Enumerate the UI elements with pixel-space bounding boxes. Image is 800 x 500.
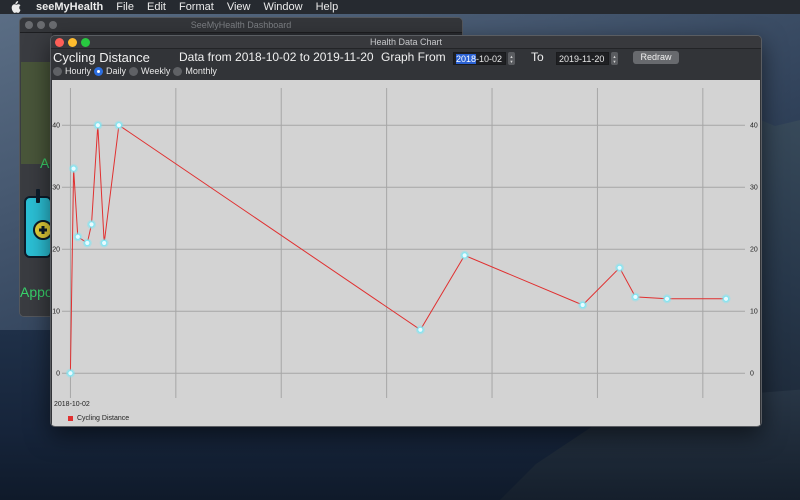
close-button[interactable] [55, 37, 64, 47]
data-point [663, 295, 671, 302]
data-range-label: Data from 2018-10-02 to 2019-11-20 [179, 50, 374, 64]
appointments-label[interactable]: Appo [20, 284, 53, 300]
legend-label: Cycling Distance [77, 415, 130, 422]
radio-label: Daily [106, 66, 127, 76]
metric-name: Cycling Distance [53, 50, 150, 65]
menu-edit[interactable]: Edit [147, 1, 166, 13]
data-point [67, 370, 74, 377]
radio-weekly[interactable]: Weekly [129, 66, 170, 76]
radio-monthly[interactable]: Monthly [173, 66, 217, 76]
zoom-button[interactable] [81, 37, 90, 47]
dashboard-tile-label: A [40, 155, 50, 171]
to-date-stepper[interactable]: ▲ ▼ [611, 52, 618, 65]
chart-legend: Cycling Distance [68, 415, 129, 422]
radio-indicator[interactable] [94, 66, 104, 76]
data-point [74, 233, 81, 240]
minimize-button[interactable] [68, 37, 77, 47]
data-point [722, 295, 730, 302]
chart-toolbar: Cycling Distance Data from 2018-10-02 to… [51, 49, 761, 79]
y-tick-label-right: 0 [750, 371, 754, 378]
menu-file[interactable]: File [116, 1, 134, 13]
to-date-field[interactable]: 2019-11-20 [556, 52, 609, 65]
data-point [632, 293, 639, 301]
line-chart: 0 0 10 10 20 20 30 30 40 40 [52, 88, 758, 398]
granularity-radio-group: Hourly Daily Weekly Monthly [53, 66, 220, 76]
from-date-stepper[interactable]: ▲ ▼ [508, 52, 515, 65]
data-point [417, 326, 424, 333]
window-title: Health Data Chart [369, 37, 443, 47]
data-point [88, 221, 95, 228]
y-tick-label-left: 10 [52, 309, 60, 316]
data-point [461, 252, 468, 259]
radio-hourly[interactable]: Hourly [53, 66, 91, 76]
y-tick-label-left: 20 [52, 247, 60, 254]
y-tick-label-left: 30 [52, 185, 60, 192]
dashboard-title: SeeMyHealth Dashboard [190, 20, 292, 30]
menu-bar: seeMyHealth File Edit Format View Window… [0, 0, 800, 14]
redraw-button[interactable]: Redraw [633, 51, 679, 64]
radio-label: Monthly [185, 66, 217, 76]
from-date-rest: -10-02 [476, 54, 503, 64]
radio-label: Weekly [141, 66, 171, 76]
radio-indicator[interactable] [129, 66, 139, 76]
chart-window-titlebar[interactable]: Health Data Chart [51, 36, 761, 49]
stepper-down-icon[interactable]: ▼ [510, 59, 514, 64]
data-point [616, 264, 623, 271]
graph-from-label: Graph From [381, 50, 446, 64]
data-point [115, 122, 123, 129]
chart-plot-area[interactable]: 0 0 10 10 20 20 30 30 40 40 2018-10-02 Cycling Di… [52, 80, 760, 426]
y-tick-label-left: 0 [56, 371, 60, 378]
radio-indicator[interactable] [173, 66, 183, 76]
menu-window[interactable]: Window [263, 1, 302, 13]
data-point [101, 239, 108, 247]
health-chart-window[interactable]: Health Data Chart Cycling Distance Data … [50, 35, 762, 427]
data-point [579, 301, 586, 309]
y-tick-label-right: 30 [750, 185, 758, 192]
dashboard-tile[interactable] [21, 62, 51, 164]
data-point [70, 165, 77, 172]
from-date-year-segment[interactable]: 2018 [456, 54, 477, 64]
menu-help[interactable]: Help [316, 1, 339, 13]
menu-format[interactable]: Format [179, 1, 214, 13]
apple-menu-icon[interactable] [10, 1, 22, 13]
menu-app-name[interactable]: seeMyHealth [36, 1, 103, 13]
y-tick-label-left: 40 [52, 123, 60, 130]
data-point [84, 239, 91, 247]
radio-indicator[interactable] [53, 66, 62, 76]
dashboard-titlebar[interactable]: SeeMyHealth Dashboard [20, 18, 462, 33]
radio-daily[interactable]: Daily [94, 66, 126, 76]
y-tick-label-right: 40 [750, 123, 758, 130]
from-date-field[interactable]: 2018-10-02 [453, 52, 506, 65]
stepper-down-icon[interactable]: ▼ [613, 59, 617, 64]
menu-view[interactable]: View [227, 1, 251, 13]
calendar-add-icon[interactable] [22, 183, 53, 263]
y-tick-label-right: 20 [750, 247, 758, 254]
to-label: To [531, 50, 544, 64]
radio-label: Hourly [65, 66, 92, 76]
legend-swatch [68, 416, 73, 421]
x-axis-start-label: 2018-10-02 [54, 401, 90, 408]
y-tick-label-right: 10 [750, 309, 758, 316]
data-point [94, 122, 101, 129]
